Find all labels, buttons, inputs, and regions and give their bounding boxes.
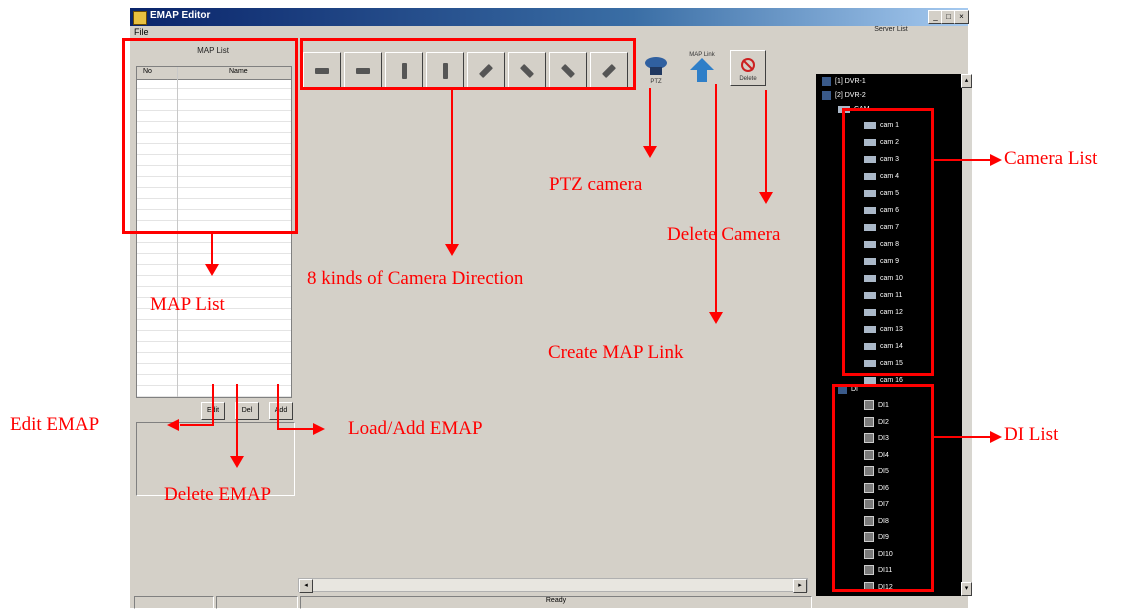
ptz-camera-button[interactable]: PTZ <box>636 48 676 86</box>
scroll-right-arrow[interactable]: ▸ <box>793 579 807 593</box>
delete-camera-arrow-line <box>765 90 767 192</box>
add-arrow-head <box>313 423 325 435</box>
map-link-arrow-icon: MAP Link <box>689 52 716 82</box>
server-list-title: Server List <box>874 26 908 33</box>
di-list-highlight-box <box>832 384 934 592</box>
status-cell-2 <box>216 596 298 609</box>
delete-camera-arrow-head <box>759 192 773 204</box>
annotation-load-add-emap: Load/Add EMAP <box>348 418 483 439</box>
annotation-ptz-camera: PTZ camera <box>549 174 643 195</box>
delete-camera-icon: Delete <box>739 58 757 82</box>
direction-buttons-highlight-box <box>300 38 636 90</box>
map-link-arrow-head <box>709 312 723 324</box>
app-icon <box>133 11 147 25</box>
menu-file[interactable]: File <box>134 27 149 37</box>
tree-dvr-1[interactable]: [1] DVR-1 <box>822 76 866 88</box>
annotation-delete-camera: Delete Camera <box>667 224 781 245</box>
ptz-arrow-line <box>649 88 651 146</box>
delete-emap-arrow-line <box>236 384 238 456</box>
ptz-camera-icon: PTZ <box>645 57 667 85</box>
del-button[interactable]: Del <box>235 402 259 420</box>
annotation-camera-direction: 8 kinds of Camera Direction <box>307 268 524 289</box>
direction-arrow-line <box>451 90 453 244</box>
window-title: EMAP Editor <box>150 10 211 21</box>
camera-list-arrow-head <box>990 154 1002 166</box>
camera-icon <box>864 376 876 384</box>
annotation-di-list: DI List <box>1004 424 1059 445</box>
svg-text:MAP Link: MAP Link <box>689 52 716 58</box>
annotation-map-list: MAP List <box>150 294 225 315</box>
status-text: Ready <box>300 596 812 609</box>
edit-arrow-head <box>167 419 179 431</box>
dvr-icon <box>822 90 831 100</box>
svg-text:Delete: Delete <box>739 76 757 82</box>
create-map-link-button[interactable]: MAP Link <box>682 48 722 88</box>
delete-camera-button[interactable]: Delete <box>730 50 766 86</box>
camera-list-arrow-line <box>934 159 990 161</box>
edit-arrow-line-v <box>212 384 214 426</box>
horizontal-scrollbar[interactable]: ◂ ▸ <box>298 578 808 593</box>
delete-emap-arrow-head <box>230 456 244 468</box>
add-arrow-line-v <box>277 384 279 430</box>
edit-arrow-line-h <box>180 424 214 426</box>
di-list-arrow-head <box>990 431 1002 443</box>
map-canvas[interactable] <box>298 88 806 588</box>
tree-scroll-down-arrow[interactable]: ▾ <box>961 582 972 596</box>
annotation-delete-emap: Delete EMAP <box>164 484 272 505</box>
map-list-arrow-head <box>205 264 219 276</box>
status-bar: Ready <box>130 596 968 609</box>
dvr-icon <box>822 76 831 86</box>
di-list-arrow-line <box>934 436 990 438</box>
camera-list-highlight-box <box>842 108 934 376</box>
ptz-arrow-head <box>643 146 657 158</box>
map-link-arrow-line <box>715 84 717 312</box>
add-arrow-line-h <box>277 428 313 430</box>
map-list-highlight-box <box>122 38 298 234</box>
tree-dvr-2[interactable]: [2] DVR-2 <box>822 90 866 102</box>
tree-scroll-up-arrow[interactable]: ▴ <box>961 74 972 88</box>
annotation-create-map-link: Create MAP Link <box>548 342 684 363</box>
direction-arrow-head <box>445 244 459 256</box>
add-button[interactable]: Add <box>269 402 293 420</box>
svg-text:PTZ: PTZ <box>650 79 662 85</box>
annotation-edit-emap: Edit EMAP <box>10 414 100 435</box>
annotation-camera-list: Camera List <box>1004 148 1098 169</box>
status-cell-1 <box>134 596 214 609</box>
tree-vertical-scrollbar[interactable]: ▴ ▾ <box>961 74 972 596</box>
map-list-arrow-line <box>211 234 213 264</box>
scroll-left-arrow[interactable]: ◂ <box>299 579 313 593</box>
